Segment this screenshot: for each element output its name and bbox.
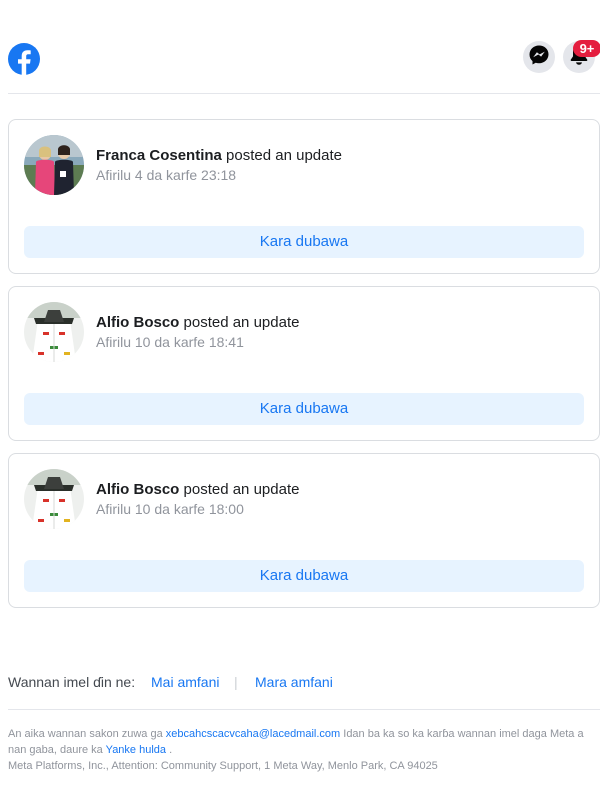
post-headline: Franca Cosentina posted an update xyxy=(96,147,342,164)
view-more-button[interactable]: Kara dubawa xyxy=(24,226,584,258)
post-action: posted an update xyxy=(226,147,342,164)
not-useful-link[interactable]: Mara amfani xyxy=(255,674,333,690)
post-action: posted an update xyxy=(183,481,300,498)
post-timestamp: Afirilu 10 da karfe 18:00 xyxy=(96,501,244,517)
facebook-logo-icon[interactable] xyxy=(8,43,40,75)
footer-text: An aika wannan sakon zuwa ga xyxy=(8,728,166,740)
avatar[interactable] xyxy=(24,469,84,529)
email-footer: An aika wannan sakon zuwa ga xebcahcscac… xyxy=(8,726,592,774)
avatar[interactable] xyxy=(24,302,84,362)
avatar[interactable] xyxy=(24,135,84,195)
messenger-icon xyxy=(528,44,550,71)
email-header: 9+ xyxy=(8,40,600,94)
footer-notice: An aika wannan sakon zuwa ga xebcahcscac… xyxy=(8,726,592,758)
author-name[interactable]: Alfio Bosco xyxy=(96,314,179,331)
notification-card: Franca Cosentina posted an update Afiril… xyxy=(8,119,600,274)
post-timestamp: Afirilu 10 da karfe 18:41 xyxy=(96,334,244,350)
messenger-button[interactable] xyxy=(523,41,555,73)
view-more-button[interactable]: Kara dubawa xyxy=(24,560,584,592)
unsubscribe-link[interactable]: Yanke hulda xyxy=(106,744,166,756)
notification-card: Alfio Bosco posted an update Afirilu 10 … xyxy=(8,453,600,608)
post-timestamp: Afirilu 4 da karfe 23:18 xyxy=(96,167,237,183)
post-headline: Alfio Bosco posted an update xyxy=(96,314,299,331)
author-name[interactable]: Franca Cosentina xyxy=(96,147,222,164)
company-address: Meta Platforms, Inc., Attention: Communi… xyxy=(8,760,438,772)
view-more-button[interactable]: Kara dubawa xyxy=(24,393,584,425)
post-action: posted an update xyxy=(183,314,300,331)
notification-card: Alfio Bosco posted an update Afirilu 10 … xyxy=(8,286,600,441)
feedback-separator: | xyxy=(234,674,238,690)
notification-count-badge: 9+ xyxy=(573,40,600,57)
author-name[interactable]: Alfio Bosco xyxy=(96,481,179,498)
footer-text: . xyxy=(166,744,173,756)
feedback-label: Wannan imel ɗin ne: xyxy=(8,674,136,690)
useful-link[interactable]: Mai amfani xyxy=(151,674,219,690)
email-feedback-bar: Wannan imel ɗin ne: Mai amfani | Mara am… xyxy=(8,674,600,710)
post-headline: Alfio Bosco posted an update xyxy=(96,481,299,498)
recipient-email-link[interactable]: xebcahcscacvcaha@lacedmail.com xyxy=(166,728,340,740)
